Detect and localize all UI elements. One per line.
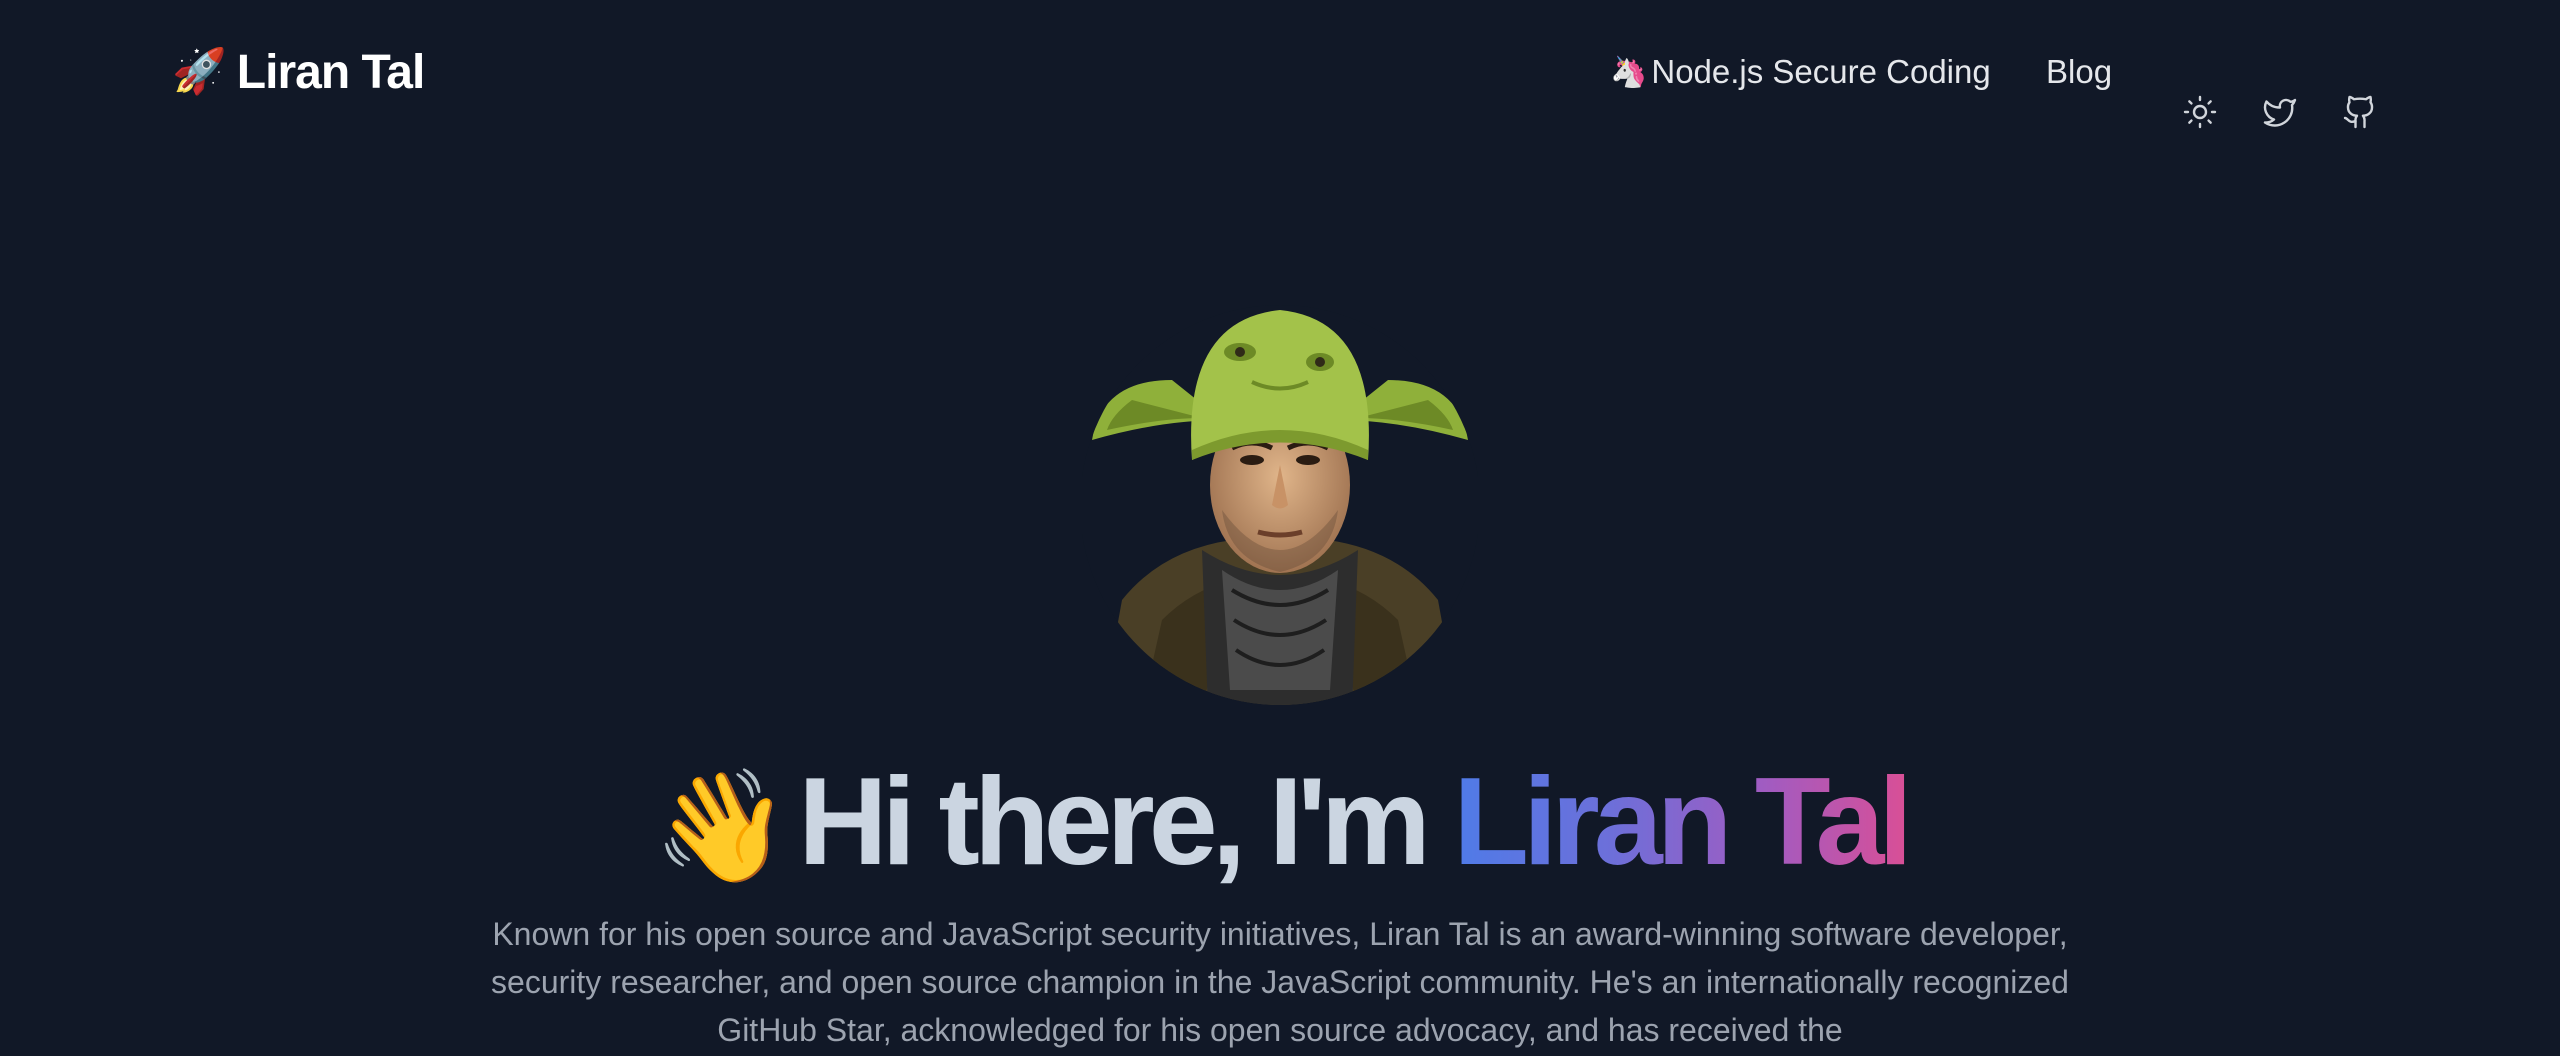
avatar	[1082, 300, 1478, 710]
main-nav: 🦄 Node.js Secure Coding Blog	[0, 40, 2560, 129]
nav-blog[interactable]: Blog	[2046, 53, 2112, 91]
waving-hand-icon: 👋	[653, 765, 791, 888]
avatar-portrait-image	[1082, 305, 1478, 705]
site-header: 🚀 Liran Tal 🦄 Node.js Secure Coding Blog	[0, 0, 2560, 144]
theme-toggle-button[interactable]	[2180, 92, 2220, 132]
sun-icon	[2183, 95, 2217, 129]
nav-node-secure-coding[interactable]: 🦄 Node.js Secure Coding	[1610, 53, 1991, 91]
nav-node-secure-coding-label: Node.js Secure Coding	[1651, 53, 1991, 90]
hero-description: Known for his open source and JavaScript…	[491, 916, 2069, 1048]
page: 🚀 Liran Tal 🦄 Node.js Secure Coding Blog	[0, 0, 2560, 1056]
twitter-link[interactable]	[2260, 92, 2300, 132]
hero-title-name: Liran Tal	[1453, 753, 1913, 891]
hero-title: 👋Hi there, I'm Liran Tal	[0, 752, 2560, 897]
github-icon	[2343, 95, 2374, 129]
unicorn-icon: 🦄	[1610, 55, 1648, 89]
hero-title-prefix: Hi there, I'm	[798, 753, 1431, 891]
twitter-icon	[2263, 98, 2297, 127]
github-link[interactable]	[2340, 92, 2380, 132]
